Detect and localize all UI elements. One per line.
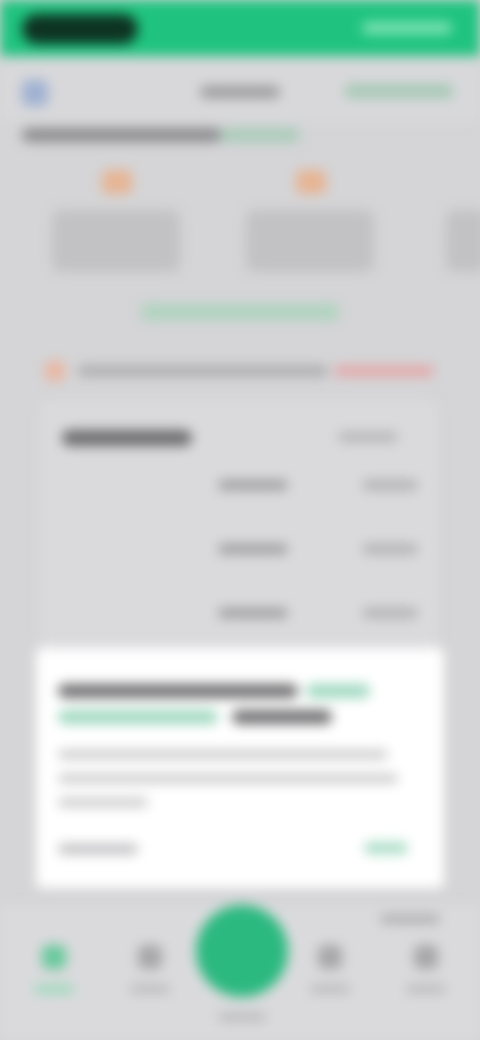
gift-icon xyxy=(296,170,326,194)
nav-item-home[interactable] xyxy=(24,945,84,1005)
trade-button[interactable] xyxy=(196,905,288,997)
warning-icon xyxy=(44,360,66,382)
market-panel xyxy=(40,400,438,660)
promo-card[interactable] xyxy=(238,168,388,278)
trade-button-label xyxy=(218,1013,266,1021)
nav-item-label xyxy=(310,985,350,993)
dialog-body-line xyxy=(58,774,398,783)
promo-card[interactable] xyxy=(438,168,480,278)
section-title xyxy=(22,128,222,142)
promo-card[interactable] xyxy=(44,168,194,278)
app-screen xyxy=(0,0,480,1040)
alert-highlight xyxy=(334,366,434,376)
view-more-link[interactable] xyxy=(140,304,340,320)
nav-item-orders[interactable] xyxy=(300,945,360,1005)
list-icon xyxy=(318,945,342,969)
status-pill xyxy=(22,14,138,44)
dialog-title-part xyxy=(58,684,298,698)
section-title-accent[interactable] xyxy=(220,128,300,142)
dialog-body-line xyxy=(58,798,148,807)
dialog-title-link[interactable] xyxy=(306,684,370,698)
list-item-name xyxy=(218,608,288,618)
nav-item-label xyxy=(406,985,446,993)
dialog-title-part xyxy=(232,710,332,724)
dialog-title-link[interactable] xyxy=(58,710,218,724)
list-item-value xyxy=(362,544,418,554)
nav-item-wallet[interactable] xyxy=(396,945,456,1005)
list-item-value xyxy=(362,608,418,618)
alert-banner[interactable] xyxy=(44,356,434,384)
header-title xyxy=(200,86,280,98)
wallet-icon xyxy=(414,945,438,969)
bottom-nav-top-label xyxy=(380,915,440,923)
nav-item-label xyxy=(130,985,170,993)
panel-right-label[interactable] xyxy=(338,432,398,442)
list-item[interactable] xyxy=(218,544,418,556)
alert-text xyxy=(78,366,328,376)
dialog-body-line xyxy=(58,750,388,759)
home-icon xyxy=(42,945,66,969)
modal-dialog xyxy=(36,648,444,888)
bottom-navigation xyxy=(0,905,480,1040)
header-right-link[interactable] xyxy=(344,84,454,98)
nav-item-markets[interactable] xyxy=(120,945,180,1005)
list-item[interactable] xyxy=(218,480,418,492)
status-indicators xyxy=(362,22,452,34)
gift-icon xyxy=(102,170,132,194)
list-item-value xyxy=(362,480,418,490)
dialog-secondary-button[interactable] xyxy=(58,844,138,854)
promo-card-body xyxy=(246,210,374,272)
nav-item-label xyxy=(34,985,74,993)
panel-title xyxy=(62,430,192,446)
chart-icon xyxy=(138,945,162,969)
profile-icon[interactable] xyxy=(22,80,48,106)
header xyxy=(0,60,480,122)
blurred-background xyxy=(0,0,480,1040)
status-bar xyxy=(0,0,480,56)
list-item-name xyxy=(218,480,288,490)
promo-card-body xyxy=(52,210,180,272)
dialog-confirm-button[interactable] xyxy=(364,842,408,854)
list-item-name xyxy=(218,544,288,554)
list-item[interactable] xyxy=(218,608,418,620)
promo-card-body xyxy=(446,210,480,272)
